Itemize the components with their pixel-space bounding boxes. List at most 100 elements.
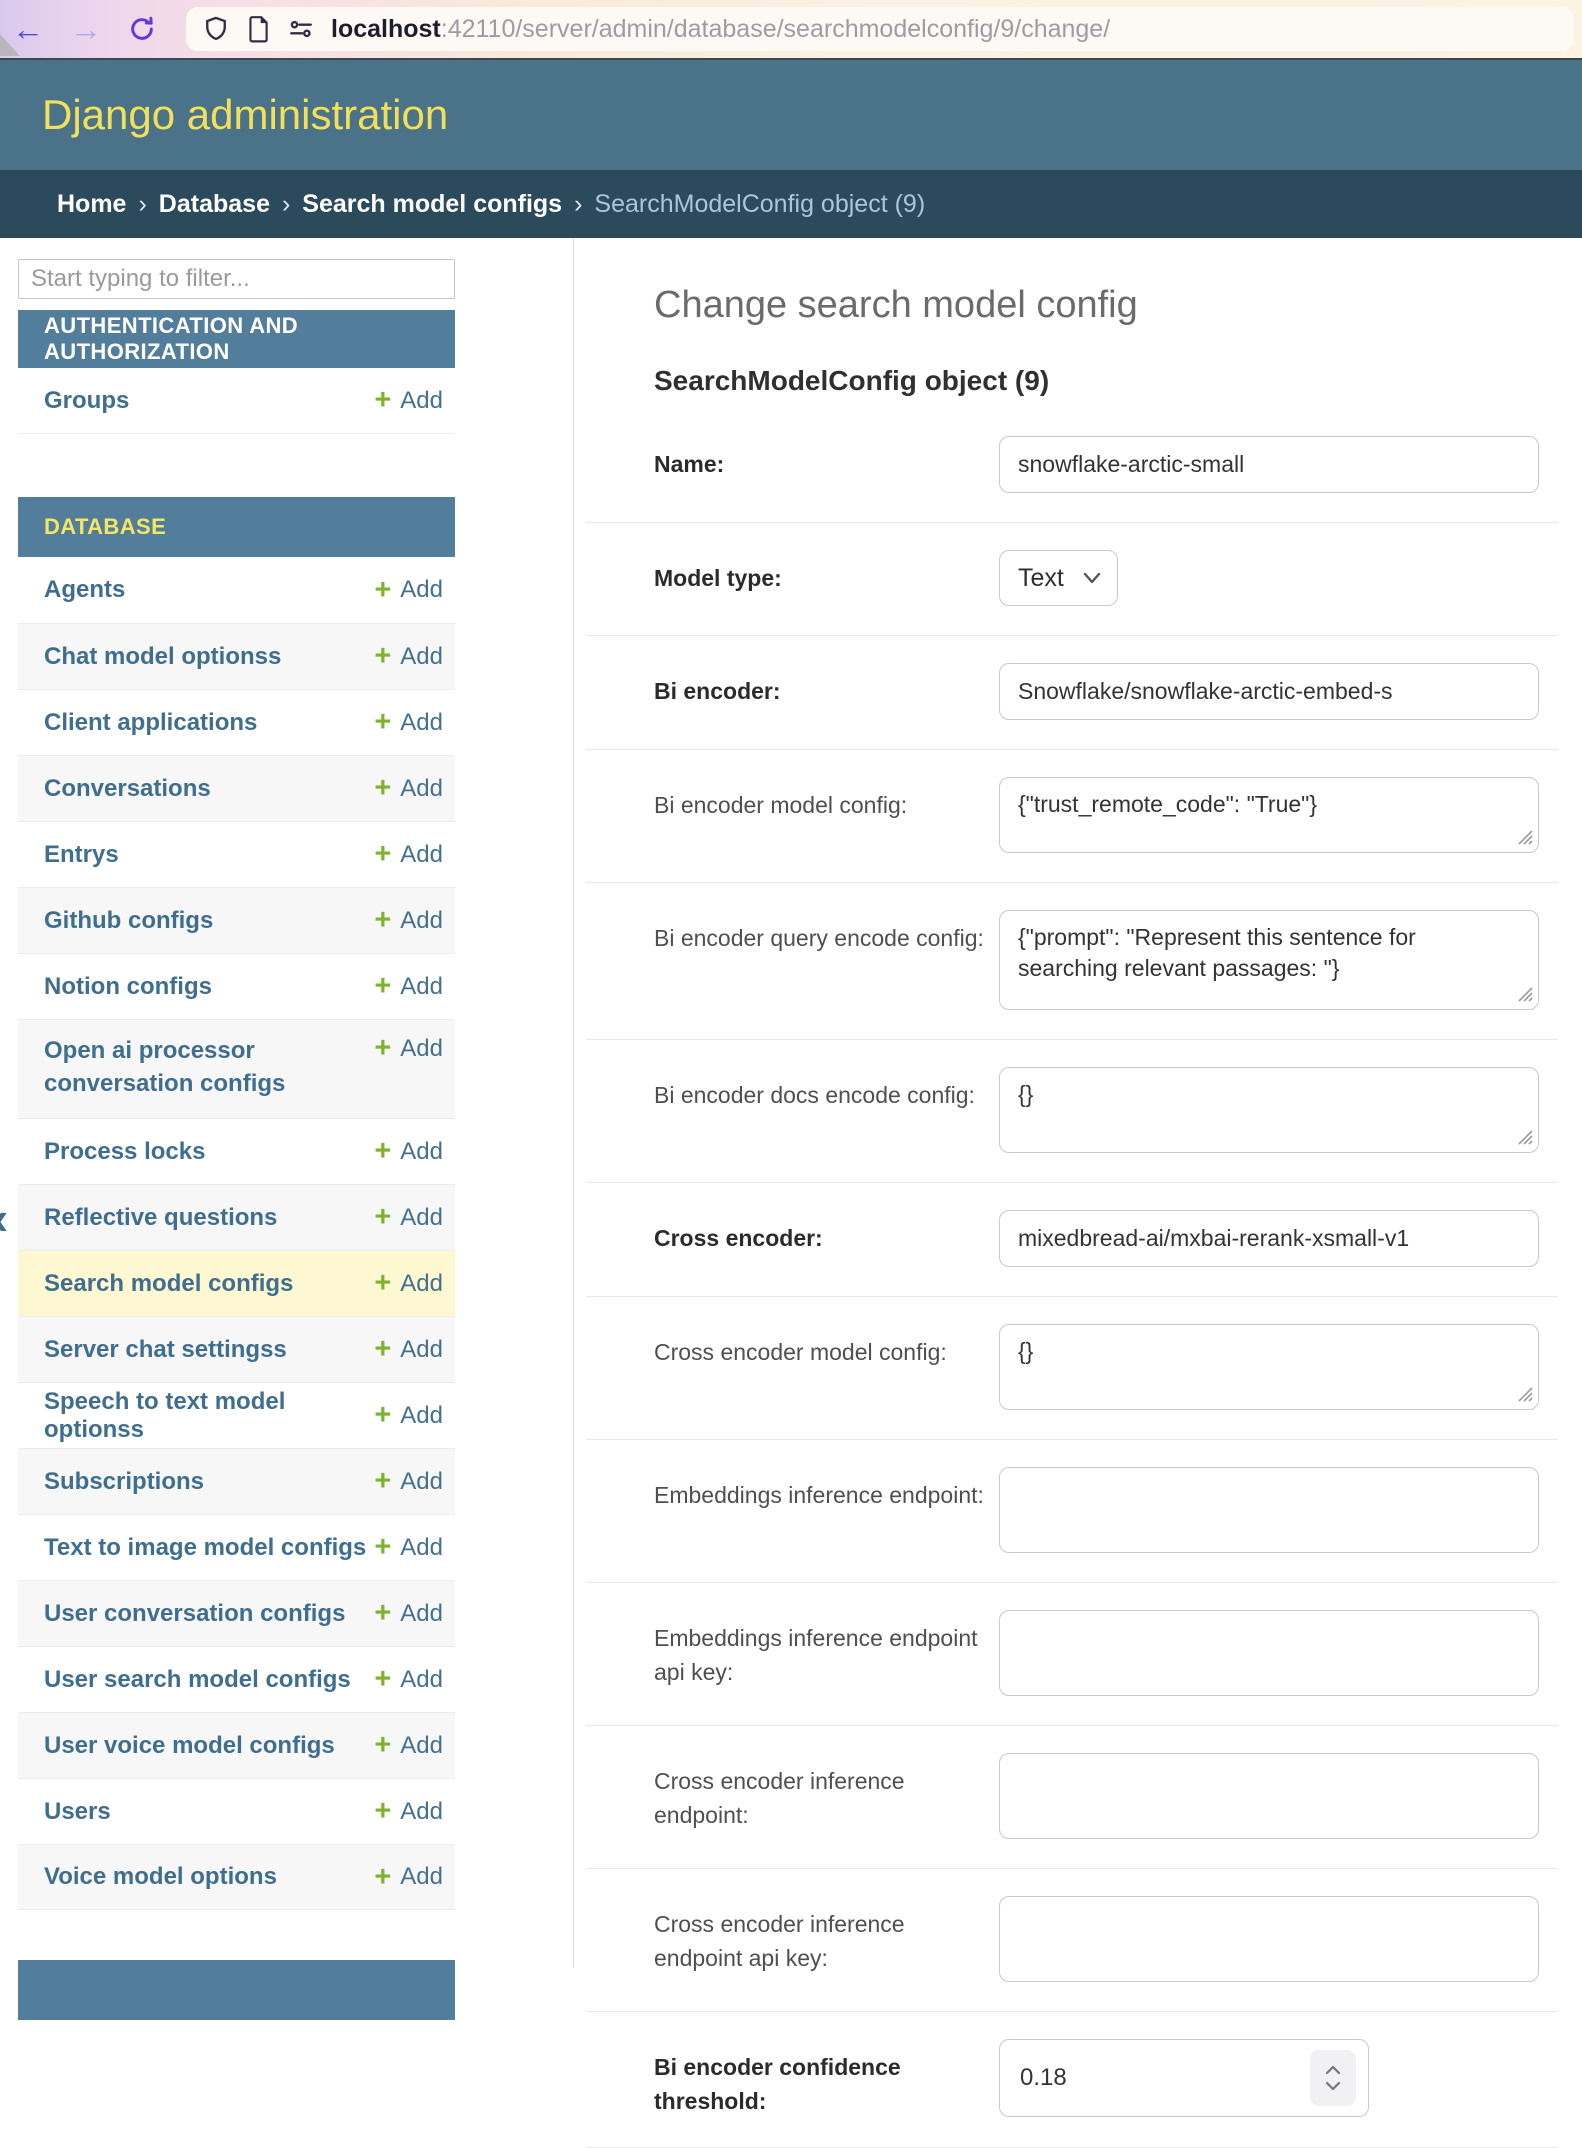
embeddings-inference-endpoint-api-key-field[interactable]: [999, 1610, 1539, 1696]
bi-encoder-docs-encode-config-field[interactable]: {}: [999, 1067, 1539, 1153]
chat-model-optionss-link[interactable]: Chat model optionss: [44, 643, 281, 671]
user-conversation-configs-add-button[interactable]: +Add: [374, 1599, 443, 1628]
cross-encoder-model-config-field[interactable]: {}: [999, 1324, 1539, 1410]
django-header: Django administration: [0, 60, 1582, 170]
cross-encoder-inference-endpoint-api-key-field[interactable]: [999, 1896, 1539, 1982]
groups-link[interactable]: Groups: [44, 387, 129, 415]
cross-encoder-model-config-label: Cross encoder model config:: [654, 1324, 999, 1410]
user-voice-model-configs-link[interactable]: User voice model configs: [44, 1732, 335, 1760]
groups-add-button[interactable]: +Add: [374, 386, 443, 415]
conversations-add-button[interactable]: +Add: [374, 774, 443, 803]
site-title[interactable]: Django administration: [42, 91, 448, 139]
forward-icon[interactable]: →: [70, 13, 102, 45]
entrys-add-button[interactable]: +Add: [374, 840, 443, 869]
name-field[interactable]: [999, 436, 1539, 493]
sidebar-item-client-applications: Client applications +Add: [18, 689, 455, 755]
cross-encoder-inference-endpoint-field[interactable]: [999, 1753, 1539, 1839]
text-to-image-model-configs-link[interactable]: Text to image model configs: [44, 1534, 366, 1562]
resize-handle-icon[interactable]: [1517, 1129, 1533, 1145]
user-search-model-configs-link[interactable]: User search model configs: [44, 1666, 351, 1694]
agents-link[interactable]: Agents: [44, 576, 125, 604]
breadcrumb-search-model-configs[interactable]: Search model configs: [302, 190, 562, 219]
cross-encoder-field[interactable]: [999, 1210, 1539, 1267]
voice-model-options-add-button[interactable]: +Add: [374, 1863, 443, 1892]
subscriptions-link[interactable]: Subscriptions: [44, 1468, 204, 1496]
users-add-button[interactable]: +Add: [374, 1797, 443, 1826]
bi-encoder-field[interactable]: [999, 663, 1539, 720]
users-link[interactable]: Users: [44, 1798, 111, 1826]
subscriptions-add-button[interactable]: +Add: [374, 1467, 443, 1496]
process-locks-link[interactable]: Process locks: [44, 1138, 205, 1166]
plus-icon: +: [374, 642, 391, 671]
speech-to-text-model-optionss-add-button[interactable]: +Add: [374, 1401, 443, 1430]
breadcrumb-database[interactable]: Database: [159, 190, 270, 219]
voice-model-options-link[interactable]: Voice model options: [44, 1863, 277, 1891]
resize-handle-icon[interactable]: [1517, 1386, 1533, 1402]
permissions-sliders-icon[interactable]: [286, 16, 316, 42]
chevron-down-icon[interactable]: [1325, 2081, 1341, 2091]
bi-encoder-query-encode-config-field[interactable]: {"prompt": "Represent this sentence for …: [999, 910, 1539, 1010]
form-row-bi-encoder-confidence-threshold: Bi encoder confidence threshold: 0.18: [586, 2012, 1558, 2148]
resize-handle-icon[interactable]: [1517, 829, 1533, 845]
module-database-caption: DATABASE: [18, 497, 455, 557]
search-model-configs-add-button[interactable]: +Add: [374, 1269, 443, 1298]
object-title: SearchModelConfig object (9): [654, 365, 1558, 397]
module-database: DATABASE Agents +Add Chat model optionss…: [18, 497, 455, 1910]
user-conversation-configs-link[interactable]: User conversation configs: [44, 1600, 345, 1628]
sidebar-collapse-icon[interactable]: ‹: [0, 1195, 8, 1241]
github-configs-link[interactable]: Github configs: [44, 907, 213, 935]
plus-icon: +: [374, 1335, 391, 1364]
refresh-icon[interactable]: [128, 15, 156, 43]
url-text[interactable]: localhost:42110/server/admin/database/se…: [331, 15, 1110, 44]
server-chat-settingss-link[interactable]: Server chat settingss: [44, 1336, 287, 1364]
shield-icon[interactable]: [202, 15, 230, 43]
model-type-select[interactable]: Text: [999, 550, 1118, 606]
speech-to-text-model-optionss-link[interactable]: Speech to text model optionss: [44, 1388, 374, 1444]
sidebar-filter-input[interactable]: [18, 259, 455, 299]
conversations-link[interactable]: Conversations: [44, 775, 211, 803]
embeddings-inference-endpoint-api-key-label: Embeddings inference endpoint api key:: [654, 1610, 999, 1696]
notion-configs-link[interactable]: Notion configs: [44, 973, 212, 1001]
server-chat-settingss-add-button[interactable]: +Add: [374, 1335, 443, 1364]
entrys-link[interactable]: Entrys: [44, 841, 119, 869]
user-search-model-configs-add-button[interactable]: +Add: [374, 1665, 443, 1694]
notion-configs-add-button[interactable]: +Add: [374, 972, 443, 1001]
reflective-questions-add-button[interactable]: +Add: [374, 1203, 443, 1232]
chat-model-optionss-add-button[interactable]: +Add: [374, 642, 443, 671]
agents-add-button[interactable]: +Add: [374, 576, 443, 605]
bi-encoder-model-config-label: Bi encoder model config:: [654, 777, 999, 853]
chevron-up-icon[interactable]: [1325, 2065, 1341, 2075]
plus-icon: +: [374, 1863, 391, 1892]
breadcrumb-home[interactable]: Home: [57, 190, 126, 219]
sidebar-item-github-configs: Github configs +Add: [18, 887, 455, 953]
search-model-configs-link[interactable]: Search model configs: [44, 1270, 293, 1298]
back-icon[interactable]: ←: [12, 13, 44, 45]
sidebar-item-speech-to-text-model-optionss: Speech to text model optionss +Add: [18, 1382, 455, 1448]
resize-handle-icon[interactable]: [1517, 986, 1533, 1002]
client-applications-add-button[interactable]: +Add: [374, 708, 443, 737]
client-applications-link[interactable]: Client applications: [44, 709, 257, 737]
form-row-bi-encoder-docs-encode-config: Bi encoder docs encode config: {}: [586, 1040, 1558, 1183]
form-row-model-type: Model type: Text: [586, 523, 1558, 636]
plus-icon: +: [374, 972, 391, 1001]
sidebar-item-subscriptions: Subscriptions +Add: [18, 1448, 455, 1514]
open-ai-processor-conversation-configs-add-button[interactable]: +Add: [374, 1034, 443, 1063]
number-stepper[interactable]: [1310, 2050, 1356, 2106]
embeddings-inference-endpoint-field[interactable]: [999, 1467, 1539, 1553]
form-row-cross-encoder-inference-endpoint-api-key: Cross encoder inference endpoint api key…: [586, 1869, 1558, 2012]
bi-encoder-confidence-threshold-field[interactable]: 0.18: [999, 2039, 1369, 2117]
bi-encoder-model-config-field[interactable]: {"trust_remote_code": "True"}: [999, 777, 1539, 853]
cross-encoder-label: Cross encoder:: [654, 1210, 999, 1267]
process-locks-add-button[interactable]: +Add: [374, 1137, 443, 1166]
github-configs-add-button[interactable]: +Add: [374, 906, 443, 935]
address-bar[interactable]: localhost:42110/server/admin/database/se…: [186, 7, 1574, 51]
sidebar-item-agents: Agents +Add: [18, 557, 455, 623]
text-to-image-model-configs-add-button[interactable]: +Add: [374, 1533, 443, 1562]
user-voice-model-configs-add-button[interactable]: +Add: [374, 1731, 443, 1760]
open-ai-processor-conversation-configs-link[interactable]: Open ai processor conversation configs: [44, 1034, 304, 1100]
page-icon[interactable]: [245, 15, 271, 43]
page-title: Change search model config: [654, 284, 1558, 327]
reflective-questions-link[interactable]: Reflective questions: [44, 1204, 277, 1232]
plus-icon: +: [374, 840, 391, 869]
sidebar-item-process-locks: Process locks +Add: [18, 1118, 455, 1184]
